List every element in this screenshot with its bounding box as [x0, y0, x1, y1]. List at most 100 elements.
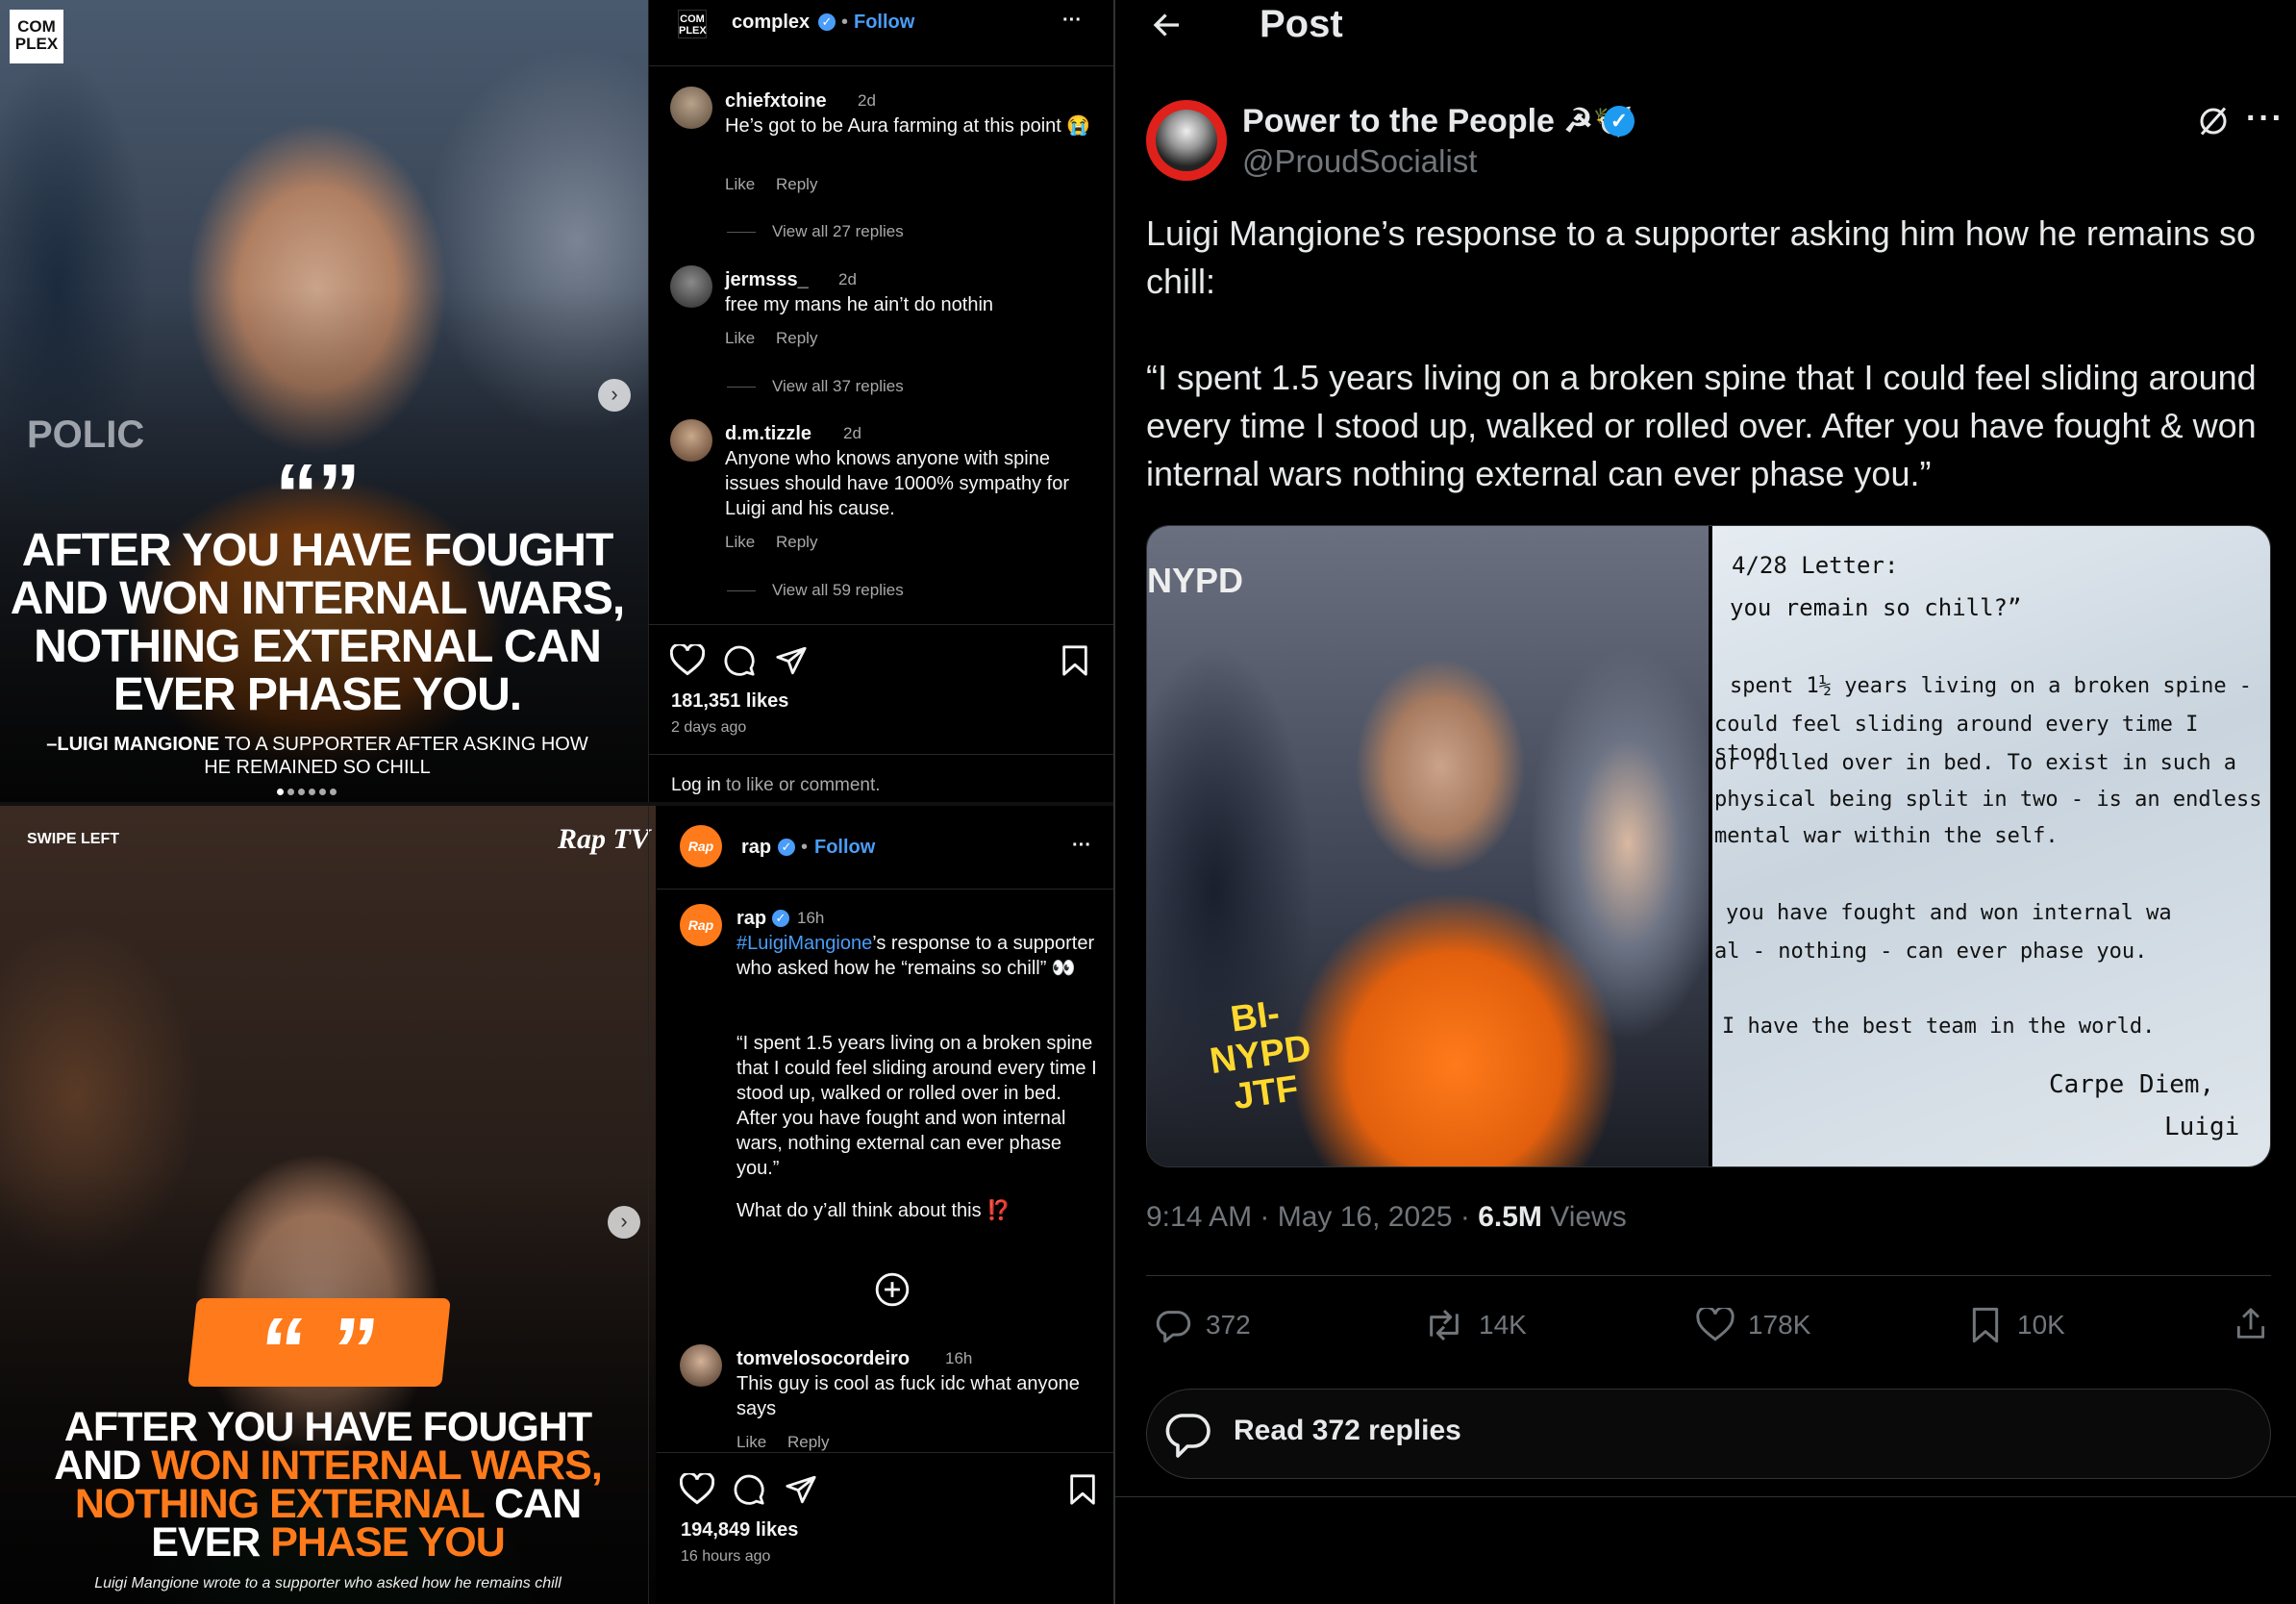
divider — [1146, 1275, 2271, 1276]
heart-icon[interactable] — [680, 1473, 714, 1506]
comment-icon[interactable] — [733, 1473, 765, 1506]
post-text: Luigi Mangione’s response to a supporter… — [1146, 213, 2256, 301]
headline-line-1: AFTER YOU HAVE FOUGHT — [21, 525, 614, 576]
view-replies-button[interactable]: View all 59 replies — [772, 581, 904, 600]
rap-headline: AFTER YOU HAVE FOUGHT AND WON INTERNAL W… — [0, 1407, 656, 1564]
comment-time: 2d — [858, 91, 876, 110]
reply-button[interactable]: Reply — [776, 533, 817, 552]
share-icon[interactable] — [2233, 1304, 2269, 1342]
comment: jermsss_ 2d free my mans he ain’t do not… — [670, 265, 1103, 400]
letter-line: physical being split in two - is an endl… — [1714, 788, 2262, 812]
replies-line — [727, 387, 756, 388]
more-options-icon[interactable]: ··· — [2246, 100, 2284, 138]
media-photo[interactable]: NYPD BI-NYPD JTF — [1147, 526, 1709, 1166]
bookmark-icon[interactable] — [1068, 1473, 1097, 1506]
bookmark-count: 10K — [2017, 1310, 2065, 1340]
login-prompt: Log in to like or comment. — [671, 773, 881, 798]
caption-time: 16h — [797, 909, 825, 927]
reply-button[interactable]: Reply — [776, 175, 817, 194]
letter-line: I have the best team in the world. — [1722, 1015, 2156, 1039]
view-replies-button[interactable]: View all 37 replies — [772, 377, 904, 396]
reply-button[interactable]: Reply — [776, 329, 817, 348]
display-name[interactable]: Power to the People ☭🕊️ — [1242, 100, 1634, 142]
like-comment-button[interactable]: Like — [725, 329, 755, 348]
bookmark-icon[interactable] — [1061, 644, 1089, 677]
rap-post-image[interactable]: SWIPE LEFT Rap TV › “ ” AFTER YOU HAVE F… — [0, 806, 656, 1604]
username[interactable]: complex — [732, 10, 810, 35]
carousel-dots — [277, 783, 354, 795]
divider — [649, 754, 1113, 755]
add-comment-icon[interactable] — [874, 1271, 911, 1308]
complex-headline: AFTER YOU HAVE FOUGHT AND WON INTERNAL W… — [0, 527, 640, 719]
likes-count[interactable]: 194,849 likes — [681, 1517, 798, 1542]
verified-badge-icon: ✓ — [818, 13, 836, 31]
comment-text: Anyone who knows anyone with spine issue… — [725, 448, 1069, 519]
user-handle[interactable]: @ProudSocialist — [1242, 140, 1477, 183]
caption-username[interactable]: rap — [736, 906, 766, 931]
headline-line-4: EVER PHASE YOU — [0, 1522, 656, 1564]
follow-button[interactable]: Follow — [814, 835, 875, 860]
credit-text-1: TO A SUPPORTER AFTER ASKING HOW — [219, 734, 588, 755]
avatar[interactable] — [670, 87, 712, 129]
separator-dot: • — [801, 837, 809, 858]
replies-line — [727, 232, 756, 233]
carousel-next-icon[interactable]: › — [608, 1206, 640, 1239]
headline-line-2: AND WON INTERNAL WARS, — [0, 1445, 656, 1487]
avatar[interactable]: COM PLEX — [678, 10, 707, 38]
heart-icon[interactable] — [670, 644, 705, 677]
login-text: to like or comment. — [720, 775, 881, 795]
reply-count: 372 — [1206, 1310, 1251, 1340]
avatar[interactable]: Rap — [680, 904, 722, 946]
comment-username[interactable]: d.m.tizzle — [725, 421, 811, 446]
comment-username[interactable]: tomvelosocordeiro — [736, 1346, 910, 1371]
post-caption: Rap rap ✓ 16h #LuigiMangione’s response … — [680, 904, 1103, 1289]
media-letter[interactable]: 4/28 Letter: you remain so chill?” spent… — [1712, 526, 2270, 1166]
read-replies-button[interactable]: Read 372 replies — [1146, 1389, 2271, 1479]
more-options-icon[interactable]: ··· — [1072, 833, 1091, 858]
comment-username[interactable]: jermsss_ — [725, 267, 809, 292]
replies-icon — [1162, 1409, 1216, 1461]
avatar[interactable] — [670, 265, 712, 308]
avatar[interactable] — [670, 419, 712, 462]
carousel-next-icon[interactable]: › — [598, 379, 631, 412]
avatar[interactable]: Rap — [680, 825, 722, 867]
heart-icon — [1696, 1308, 1734, 1342]
police-patch: POLIC — [27, 414, 145, 456]
like-comment-button[interactable]: Like — [736, 1433, 766, 1452]
likes-count[interactable]: 181,351 likes — [671, 689, 788, 714]
x-post-panel: Post Power to the People ☭🕊️ ✓ @ProudSoc… — [1115, 0, 2296, 1604]
back-arrow-icon[interactable] — [1150, 8, 1185, 42]
post-header: COM PLEX complex ✓ • Follow ··· — [649, 0, 1113, 65]
divider — [649, 65, 1113, 66]
comment-username[interactable]: chiefxtoine — [725, 88, 827, 113]
like-comment-button[interactable]: Like — [725, 533, 755, 552]
rap-image-caption: Luigi Mangione wrote to a supporter who … — [94, 1575, 562, 1591]
comment-time: 16h — [945, 1349, 973, 1367]
reply-button[interactable]: Reply — [787, 1433, 829, 1452]
view-replies-button[interactable]: View all 27 replies — [772, 222, 904, 241]
username[interactable]: rap — [741, 835, 771, 860]
hashtag-link[interactable]: #LuigiMangione — [736, 933, 872, 954]
post-media[interactable]: NYPD BI-NYPD JTF 4/28 Letter: you remain… — [1146, 525, 2271, 1167]
avatar[interactable] — [1146, 100, 1227, 181]
follow-button[interactable]: Follow — [854, 10, 914, 35]
comment-text: free my mans he ain’t do nothin — [725, 294, 994, 315]
like-comment-button[interactable]: Like — [725, 175, 755, 194]
more-options-icon[interactable]: ··· — [1062, 8, 1082, 33]
rap-post-panel: Rap rap ✓ • Follow ··· Rap rap ✓ 16h #Lu… — [657, 806, 1113, 1604]
complex-credit: –LUIGI MANGIONE TO A SUPPORTER AFTER ASK… — [38, 733, 596, 779]
share-icon[interactable] — [785, 1473, 817, 1506]
login-link[interactable]: Log in — [671, 775, 721, 795]
comment-icon[interactable] — [723, 644, 756, 677]
letter-line: Carpe Diem, — [2049, 1070, 2215, 1099]
complex-post-image[interactable]: POLIC COM PLEX › “” AFTER YOU HAVE FOUGH… — [0, 0, 648, 802]
grok-icon[interactable] — [2196, 104, 2231, 138]
post-header: Rap rap ✓ • Follow ··· — [657, 806, 1113, 883]
share-icon[interactable] — [775, 644, 808, 677]
avatar[interactable] — [680, 1344, 722, 1387]
timestamp-text[interactable]: 9:14 AM · May 16, 2025 · — [1146, 1201, 1478, 1233]
letter-line: mental war within the self. — [1714, 824, 2059, 848]
letter-line: spent 1½ years living on a broken spine … — [1730, 674, 2253, 698]
comment-time: 2d — [838, 270, 857, 288]
letter-line: you remain so chill?” — [1730, 594, 2022, 621]
